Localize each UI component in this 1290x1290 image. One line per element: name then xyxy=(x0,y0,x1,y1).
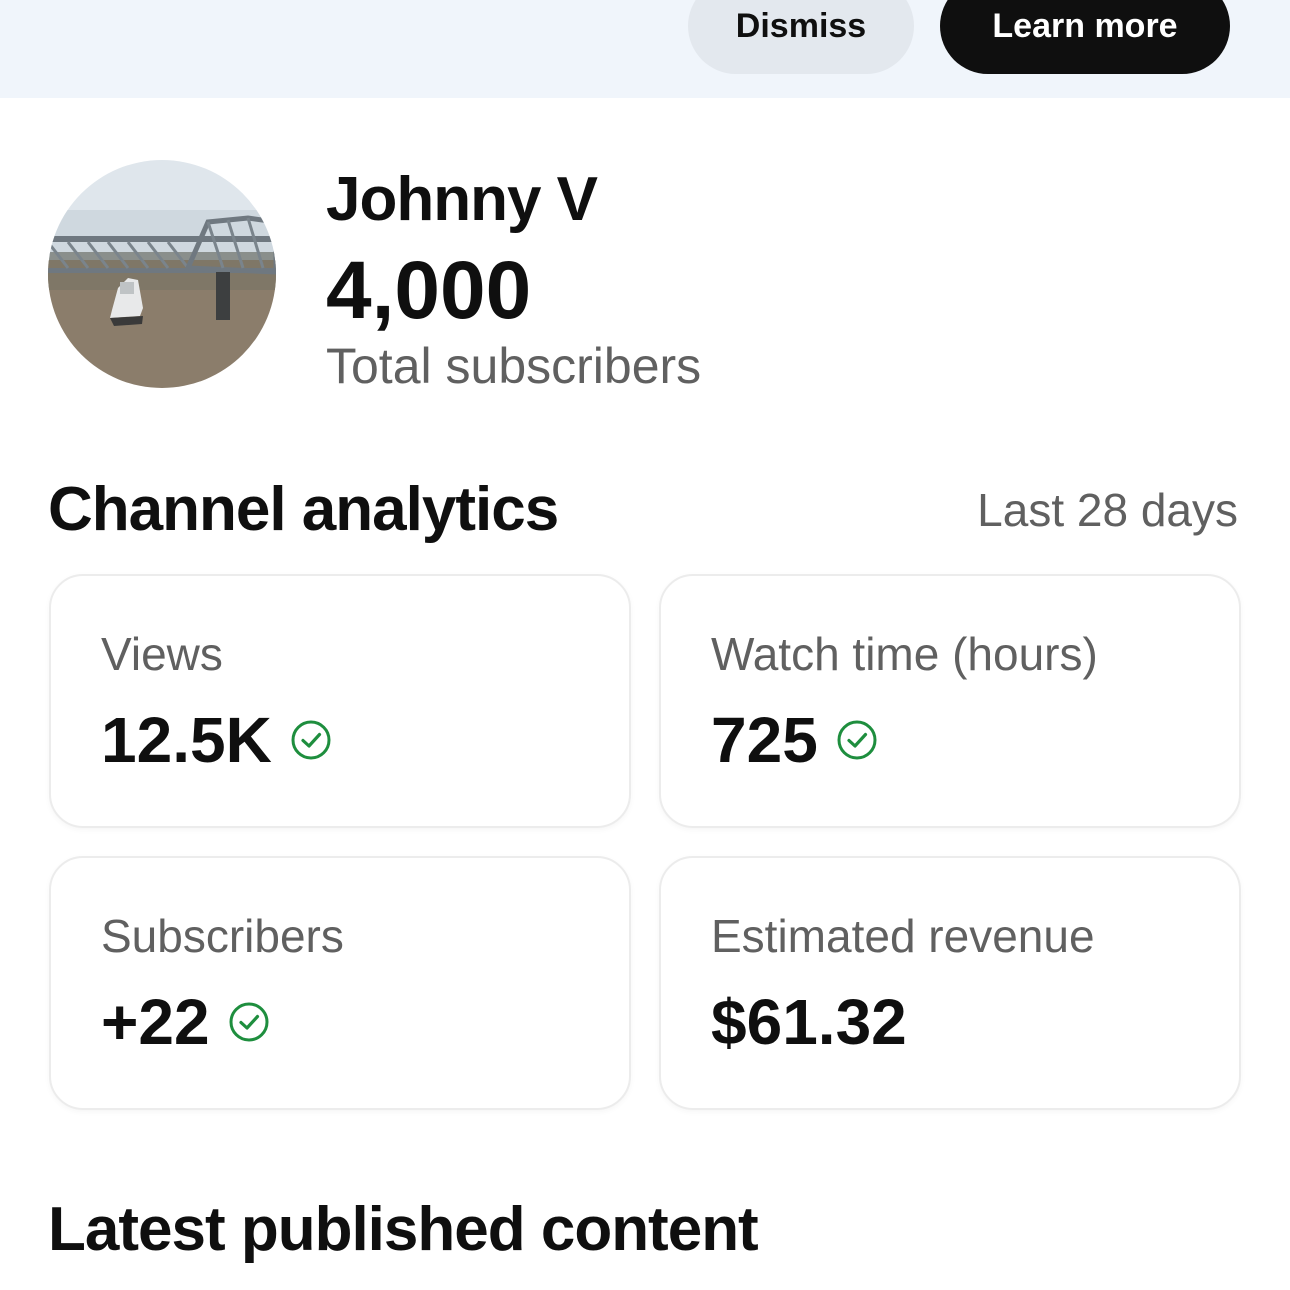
card-label: Watch time (hours) xyxy=(711,628,1098,680)
check-circle-icon xyxy=(291,720,331,760)
card-label: Estimated revenue xyxy=(711,910,1095,962)
card-value: $61.32 xyxy=(711,986,907,1058)
card-value: 725 xyxy=(711,704,818,776)
channel-avatar[interactable] xyxy=(48,160,276,388)
date-range-label[interactable]: Last 28 days xyxy=(977,480,1238,540)
subscribers-card[interactable]: Subscribers +22 xyxy=(49,856,631,1110)
check-circle-icon xyxy=(229,1002,269,1042)
subscriber-count: 4,000 xyxy=(326,245,532,336)
analytics-title: Channel analytics xyxy=(48,475,559,544)
learn-more-button[interactable]: Learn more xyxy=(940,0,1230,74)
watch-time-card[interactable]: Watch time (hours) 725 xyxy=(659,574,1241,828)
card-value: 12.5K xyxy=(101,704,272,776)
card-label: Subscribers xyxy=(101,910,344,962)
dismiss-button[interactable]: Dismiss xyxy=(688,0,914,74)
promo-banner: Dismiss Learn more xyxy=(0,0,1290,98)
subscriber-label: Total subscribers xyxy=(326,338,702,394)
card-value: +22 xyxy=(101,986,210,1058)
latest-content-title: Latest published content xyxy=(48,1195,759,1264)
views-card[interactable]: Views 12.5K xyxy=(49,574,631,828)
revenue-card[interactable]: Estimated revenue $61.32 xyxy=(659,856,1241,1110)
channel-name: Johnny V xyxy=(326,165,598,234)
card-label: Views xyxy=(101,628,223,680)
bridge-river-photo-icon xyxy=(48,160,276,388)
check-circle-icon xyxy=(837,720,877,760)
